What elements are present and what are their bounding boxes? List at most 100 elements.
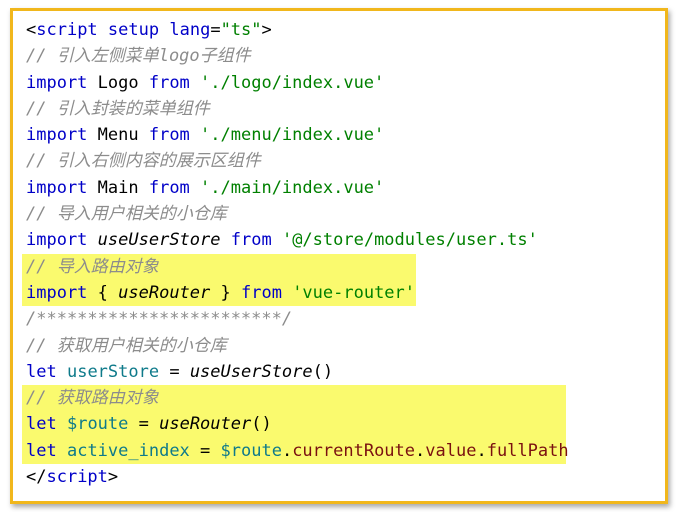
code-token-kw: import — [26, 177, 88, 198]
code-editor: <script setup lang="ts">// 引入左侧菜单logo子组件… — [22, 17, 656, 490]
code-text: </script> — [26, 467, 118, 487]
code-token-var: active_index — [66, 440, 190, 461]
code-text: // 引入右侧内容的展示区组件 — [26, 151, 261, 171]
code-token-str: "ts" — [220, 20, 262, 40]
code-line: import Menu from './menu/index.vue' — [26, 122, 656, 148]
code-line: // 引入右侧内容的展示区组件 — [26, 148, 656, 174]
code-token-fn: useUserStore — [97, 230, 221, 251]
code-token-var: userStore — [66, 361, 160, 382]
code-text: // 导入路由对象 — [26, 257, 159, 277]
code-text: let active_index = $route.currentRoute.v… — [26, 441, 569, 461]
code-line: // 获取路由对象 — [22, 385, 656, 412]
code-text: // 获取用户相关的小仓库 — [26, 336, 227, 356]
code-token-kw: let — [26, 414, 57, 435]
code-text: // 获取路由对象 — [26, 388, 159, 408]
code-token-attr: lang — [169, 20, 211, 40]
code-line: // 导入路由对象 — [22, 253, 656, 280]
code-token-attr: setup — [107, 20, 160, 40]
code-token-kw: from — [148, 125, 190, 146]
code-token-plain: > — [261, 20, 272, 40]
code-token-kw: from — [240, 282, 282, 303]
code-token-kw: import — [26, 230, 88, 251]
code-token-plain: { — [87, 282, 119, 303]
code-token-plain: () — [312, 361, 334, 382]
code-token-str: 'vue-router' — [292, 282, 416, 303]
code-token-kw: let — [26, 440, 57, 461]
code-text: import Logo from './logo/index.vue' — [26, 73, 384, 93]
code-line: import Main from './main/index.vue' — [26, 175, 656, 201]
code-token-plain: () — [251, 414, 272, 435]
code-text: let userStore = useUserStore() — [26, 362, 333, 382]
code-line: /************************/ — [26, 306, 656, 332]
code-token-plain: Menu — [87, 125, 149, 146]
code-text: import { useRouter } from 'vue-router' — [26, 283, 415, 303]
code-token-str: './logo/index.vue' — [200, 72, 385, 93]
code-token-plain: = — [128, 414, 160, 435]
code-token-plain: } — [210, 282, 241, 303]
code-line: import useUserStore from '@/store/module… — [26, 227, 656, 253]
code-token-tag: script — [36, 20, 98, 40]
code-token-str: './menu/index.vue' — [200, 125, 385, 146]
code-token-plain: Logo — [87, 72, 149, 93]
code-token-fn: useUserStore — [189, 361, 313, 382]
code-token-plain: . — [415, 440, 426, 461]
code-token-kw: from — [148, 177, 190, 198]
code-text: let $route = useRouter() — [26, 414, 272, 434]
code-line: // 引入封装的菜单组件 — [26, 96, 656, 122]
code-token-prop: value — [425, 440, 477, 461]
code-text: import useUserStore from '@/store/module… — [26, 230, 538, 250]
code-token-plain: . — [281, 440, 293, 461]
code-token-com: // 引入左侧菜单logo子组件 — [26, 46, 251, 67]
code-token-com: // 导入路由对象 — [26, 256, 159, 277]
code-line: import { useRouter } from 'vue-router' — [22, 279, 656, 307]
code-token-kw: from — [148, 72, 190, 93]
code-line: let $route = useRouter() — [22, 411, 656, 438]
code-token-prop: currentRoute — [292, 440, 416, 461]
code-token-var: $route — [66, 414, 129, 435]
code-token-kw: let — [26, 361, 57, 382]
code-token-kw: import — [26, 282, 88, 303]
code-text: import Menu from './menu/index.vue' — [26, 125, 384, 145]
code-line: <script setup lang="ts"> — [26, 17, 656, 43]
code-text: // 引入封装的菜单组件 — [26, 99, 210, 119]
code-text: <script setup lang="ts"> — [26, 20, 272, 40]
code-token-com: // 引入右侧内容的展示区组件 — [26, 151, 261, 172]
code-token-str: '@/store/modules/user.ts' — [281, 230, 538, 251]
code-token-tag: script — [46, 467, 108, 488]
code-line: let userStore = useUserStore() — [26, 359, 656, 385]
code-line: </script> — [26, 464, 656, 490]
code-line: import Logo from './logo/index.vue' — [26, 70, 656, 96]
code-token-kw: import — [26, 72, 88, 93]
code-token-fn: useRouter — [159, 414, 252, 435]
code-text: // 导入用户相关的小仓库 — [26, 204, 227, 224]
code-text: // 引入左侧菜单logo子组件 — [26, 46, 251, 66]
code-token-com: // 导入用户相关的小仓库 — [26, 204, 227, 225]
code-text: import Main from './main/index.vue' — [26, 178, 384, 198]
code-token-com: // 获取用户相关的小仓库 — [26, 335, 227, 356]
code-token-str: './main/index.vue' — [200, 177, 385, 198]
code-line: // 引入左侧菜单logo子组件 — [26, 43, 656, 69]
code-screenshot-frame: <script setup lang="ts">// 引入左侧菜单logo子组件… — [10, 8, 668, 504]
code-token-com: // 获取路由对象 — [26, 388, 159, 409]
code-text: /************************/ — [26, 309, 292, 329]
code-line: let active_index = $route.currentRoute.v… — [22, 437, 656, 465]
code-line: // 导入用户相关的小仓库 — [26, 201, 656, 227]
code-token-kw: from — [230, 230, 272, 251]
code-token-plain: < — [26, 20, 37, 40]
code-token-com: // 引入封装的菜单组件 — [26, 98, 210, 119]
code-token-prop: fullPath — [486, 440, 569, 461]
code-token-com: /************************/ — [26, 309, 293, 330]
code-token-var: $route — [220, 440, 282, 461]
code-token-plain: > — [107, 467, 119, 488]
code-token-plain: Main — [87, 177, 149, 198]
